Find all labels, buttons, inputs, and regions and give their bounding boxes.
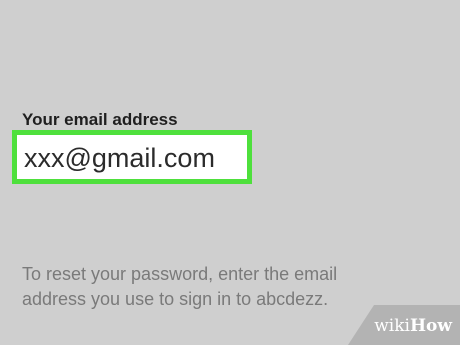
wikihow-logo: wikiHow <box>374 316 452 336</box>
wikihow-logo-wiki: wiki <box>374 316 410 336</box>
reset-instructions-line-1: To reset your password, enter the email <box>22 264 338 284</box>
wikihow-logo-how: How <box>409 316 452 336</box>
reset-instructions: To reset your password, enter the email … <box>22 262 442 312</box>
email-label: Your email address <box>22 110 178 129</box>
email-field[interactable]: xxx@gmail.com <box>24 139 248 177</box>
email-field-highlight: xxx@gmail.com <box>12 130 252 184</box>
